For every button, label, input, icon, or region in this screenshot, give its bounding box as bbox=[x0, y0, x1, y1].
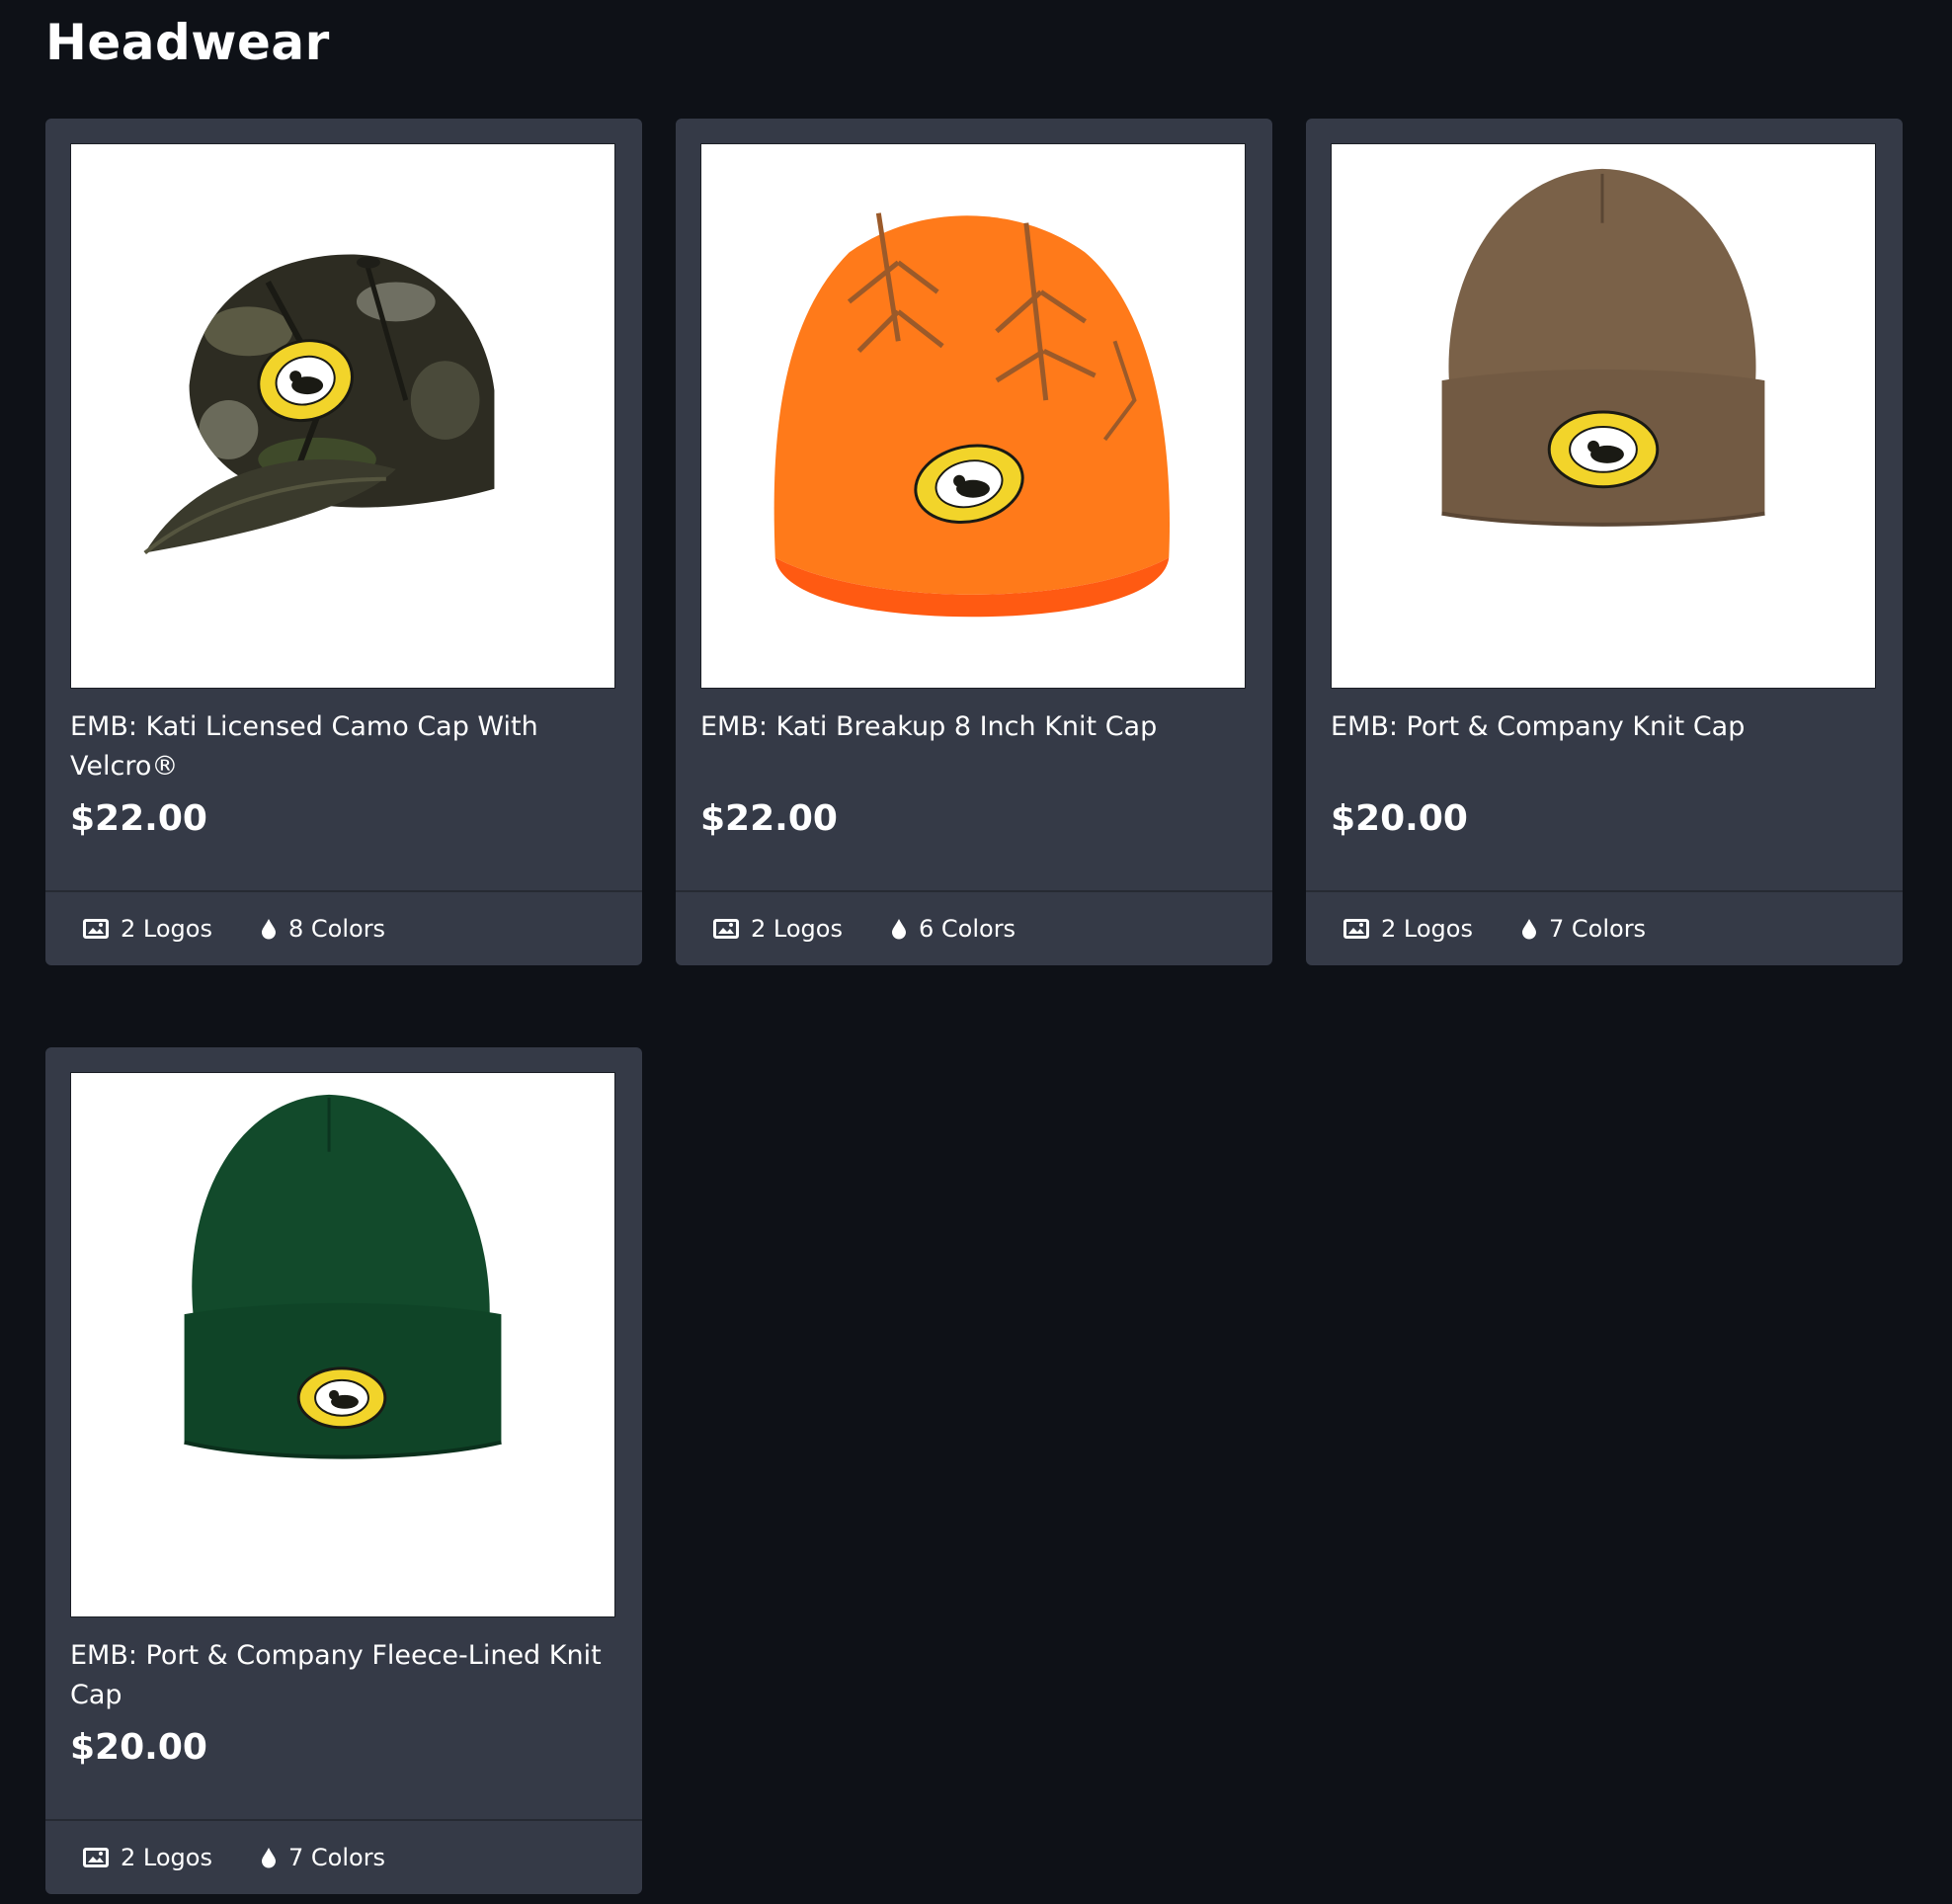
camo-cap-image bbox=[143, 254, 495, 555]
card-footer: 2 Logos 8 Colors bbox=[45, 892, 642, 965]
image-icon bbox=[83, 1848, 109, 1867]
product-name[interactable]: EMB: Kati Licensed Camo Cap With Velcro® bbox=[70, 707, 615, 786]
image-icon bbox=[713, 919, 739, 939]
image-icon bbox=[1343, 919, 1369, 939]
green-knit-cap-image bbox=[184, 1094, 502, 1459]
logos-label: 2 Logos bbox=[1381, 915, 1473, 943]
brown-knit-cap-image bbox=[1441, 168, 1765, 527]
product-price: $20.00 bbox=[1331, 798, 1468, 839]
product-name[interactable]: EMB: Port & Company Fleece-Lined Knit Ca… bbox=[70, 1636, 615, 1715]
colors-label: 6 Colors bbox=[919, 915, 1017, 943]
product-image[interactable] bbox=[1331, 143, 1876, 689]
colors-label: 7 Colors bbox=[1549, 915, 1647, 943]
image-icon bbox=[83, 919, 109, 939]
product-card[interactable]: EMB: Port & Company Fleece-Lined Knit Ca… bbox=[45, 1047, 642, 1894]
product-name[interactable]: EMB: Kati Breakup 8 Inch Knit Cap bbox=[700, 707, 1246, 747]
card-footer: 2 Logos 6 Colors bbox=[676, 892, 1272, 965]
product-image[interactable] bbox=[700, 143, 1246, 689]
product-price: $22.00 bbox=[700, 798, 838, 839]
product-card[interactable]: EMB: Kati Licensed Camo Cap With Velcro®… bbox=[45, 119, 642, 965]
logos-count: 2 Logos bbox=[1343, 892, 1473, 965]
card-footer: 2 Logos 7 Colors bbox=[45, 1821, 642, 1894]
colors-count: 7 Colors bbox=[261, 1821, 385, 1894]
droplet-icon bbox=[262, 919, 276, 940]
colors-count: 7 Colors bbox=[1521, 892, 1646, 965]
page-title: Headwear bbox=[45, 14, 330, 71]
droplet-icon bbox=[262, 1848, 276, 1868]
product-price: $22.00 bbox=[70, 798, 207, 839]
product-card[interactable]: EMB: Kati Breakup 8 Inch Knit Cap $22.00… bbox=[676, 119, 1272, 965]
product-name[interactable]: EMB: Port & Company Knit Cap bbox=[1331, 707, 1876, 747]
colors-label: 8 Colors bbox=[288, 915, 386, 943]
logos-label: 2 Logos bbox=[751, 915, 843, 943]
card-footer: 2 Logos 7 Colors bbox=[1306, 892, 1903, 965]
product-image[interactable] bbox=[70, 1072, 615, 1617]
logos-label: 2 Logos bbox=[121, 915, 212, 943]
logos-label: 2 Logos bbox=[121, 1844, 212, 1871]
logos-count: 2 Logos bbox=[83, 892, 212, 965]
logos-count: 2 Logos bbox=[713, 892, 843, 965]
colors-count: 6 Colors bbox=[891, 892, 1016, 965]
product-card[interactable]: EMB: Port & Company Knit Cap $20.00 2 Lo… bbox=[1306, 119, 1903, 965]
product-price: $20.00 bbox=[70, 1727, 207, 1768]
logos-count: 2 Logos bbox=[83, 1821, 212, 1894]
orange-knit-cap-image bbox=[773, 212, 1171, 618]
droplet-icon bbox=[892, 919, 906, 940]
colors-count: 8 Colors bbox=[261, 892, 385, 965]
colors-label: 7 Colors bbox=[288, 1844, 386, 1871]
product-image[interactable] bbox=[70, 143, 615, 689]
droplet-icon bbox=[1522, 919, 1536, 940]
